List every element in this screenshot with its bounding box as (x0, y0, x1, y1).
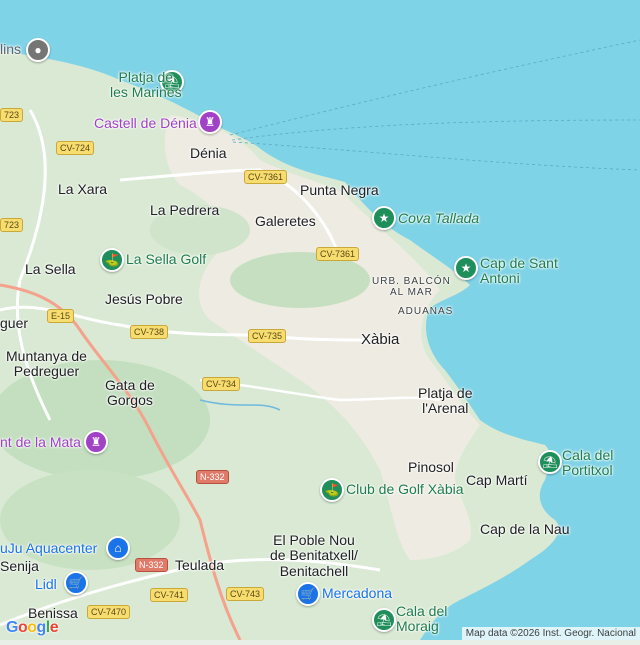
town-label[interactable]: Platja de l'Arenal (418, 385, 472, 417)
town-label[interactable]: Galeretes (255, 213, 316, 229)
town-label[interactable]: Xàbia (361, 331, 399, 349)
road-shield: E-15 (47, 309, 75, 323)
place-label[interactable]: Cova Tallada (398, 210, 479, 226)
castle-pin-icon[interactable]: ♜ (198, 110, 222, 134)
town-label[interactable]: La Sella (25, 261, 76, 277)
castle-pin-icon[interactable]: ♜ (84, 430, 108, 454)
road-shield: CV-7470 (87, 605, 131, 619)
place-label[interactable]: uJu Aquacenter (0, 540, 97, 556)
town-label[interactable]: Cap Martí (466, 472, 527, 488)
road-shield: CV-738 (130, 325, 169, 339)
road-shield: CV-734 (202, 377, 241, 391)
town-label[interactable]: Muntanya de Pedreguer (6, 348, 87, 380)
shopping-cart-icon[interactable]: 🛒 (64, 571, 88, 595)
place-label[interactable]: Cap de Sant Antoni (480, 255, 558, 287)
road-shield: 723 (0, 218, 24, 232)
shopping-cart-icon[interactable]: 🛒 (296, 582, 320, 606)
district-label[interactable]: ADUANAS (398, 306, 453, 317)
town-label[interactable]: Pinosol (408, 459, 454, 475)
road-shield: CV-7361 (244, 170, 288, 184)
location-pin-icon[interactable]: ● (26, 38, 50, 62)
place-label[interactable]: Castell de Dénia (94, 115, 197, 131)
road-shield: CV-7361 (316, 247, 360, 261)
place-label[interactable]: lins (0, 41, 21, 57)
logo-letter: o (27, 619, 37, 636)
golf-pin-icon[interactable]: ⛳ (100, 248, 124, 272)
road-shield: CV-724 (56, 141, 95, 155)
logo-letter: e (49, 619, 59, 636)
town-label[interactable]: Dénia (190, 145, 227, 161)
place-label[interactable]: La Sella Golf (126, 251, 206, 267)
town-label[interactable]: guer (0, 315, 28, 331)
road-shield: CV-735 (248, 329, 287, 343)
waterpark-pin-icon[interactable]: ⌂ (106, 536, 130, 560)
town-label[interactable]: Gata de Gorgos (105, 377, 155, 409)
golf-pin-icon[interactable]: ⛳ (320, 478, 344, 502)
town-label[interactable]: Teulada (175, 557, 224, 573)
place-label[interactable]: Platja de les Marines (110, 69, 182, 101)
town-label[interactable]: La Pedrera (150, 202, 219, 218)
town-label[interactable]: Jesús Pobre (105, 291, 183, 307)
beach-pin-icon[interactable]: ⛱ (372, 608, 396, 632)
district-label[interactable]: URB. BALCÓN AL MAR (372, 276, 451, 298)
beach-pin-icon[interactable]: ⛱ (538, 450, 562, 474)
place-label[interactable]: Cala del Portitxol (562, 447, 613, 479)
logo-letter: g (36, 619, 47, 636)
place-label[interactable]: Cala del Moraig (396, 603, 447, 635)
place-label[interactable]: Lidl (35, 576, 57, 592)
google-logo[interactable]: Google (6, 619, 59, 637)
road-shield: 723 (0, 108, 24, 122)
place-label[interactable]: Mercadona (322, 585, 392, 601)
logo-letter: o (17, 619, 28, 636)
landmark-pin-icon[interactable]: ★ (372, 206, 396, 230)
place-label[interactable]: nt de la Mata (0, 434, 81, 450)
logo-letter: G (6, 619, 18, 636)
road-shield: N-332 (135, 558, 168, 572)
town-label[interactable]: Senija (0, 558, 39, 574)
road-shield: N-332 (196, 470, 229, 484)
road-shield: CV-743 (226, 587, 265, 601)
town-label[interactable]: La Xara (58, 181, 107, 197)
town-label[interactable]: El Poble Nou de Benitatxell/ Benitachell (270, 532, 358, 579)
road-shield: CV-741 (150, 588, 189, 602)
map-attribution: Map data ©2026 Inst. Geogr. Nacional (461, 627, 640, 640)
place-label[interactable]: Club de Golf Xàbia (346, 481, 464, 497)
town-label[interactable]: Cap de la Nau (480, 521, 570, 537)
landmark-pin-icon[interactable]: ★ (454, 256, 478, 280)
town-label[interactable]: Punta Negra (300, 182, 379, 198)
